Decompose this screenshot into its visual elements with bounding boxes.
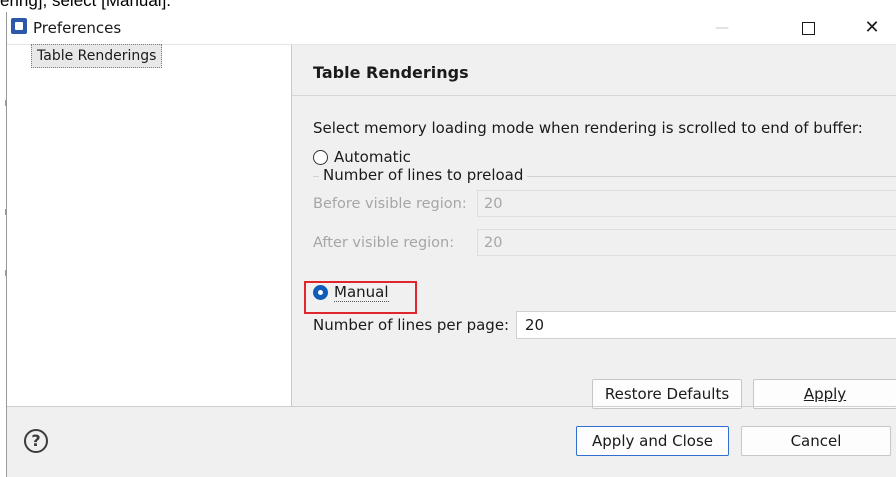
window-title: Preferences: [33, 19, 122, 37]
preload-group-label: Number of lines to preload: [319, 166, 528, 184]
preference-page: Table Renderings Select memory loading m…: [292, 45, 896, 409]
annotation-highlight-box: [304, 281, 417, 314]
lines-per-page-input[interactable]: 20: [516, 311, 896, 339]
tutorial-caption-fragment: ering], select [Manual].: [0, 0, 172, 10]
apply-button-label: Apply: [803, 385, 847, 403]
preload-group: Number of lines to preload Before visibl…: [313, 166, 896, 267]
maximize-button[interactable]: [785, 12, 831, 44]
apply-and-close-button[interactable]: Apply and Close: [576, 426, 729, 456]
after-visible-input[interactable]: 20: [477, 229, 896, 256]
automatic-radio-row[interactable]: Automatic: [313, 148, 411, 166]
title-bar: Preferences — ✕: [7, 12, 896, 45]
restore-defaults-button[interactable]: Restore Defaults: [592, 379, 742, 409]
help-icon[interactable]: ?: [24, 429, 48, 453]
automatic-label: Automatic: [334, 148, 411, 166]
maximize-icon: [801, 22, 815, 35]
minimize-button[interactable]: —: [699, 12, 745, 44]
page-title: Table Renderings: [313, 63, 469, 82]
sidebar-item-table-renderings[interactable]: Table Renderings: [31, 44, 163, 68]
apply-button[interactable]: Apply: [753, 379, 896, 409]
close-button[interactable]: ✕: [849, 12, 895, 44]
app-icon: [11, 18, 27, 34]
after-visible-label: After visible region:: [313, 235, 455, 251]
page-header: Table Renderings: [292, 45, 896, 96]
lines-per-page-label: Number of lines per page:: [313, 316, 510, 334]
before-visible-input[interactable]: 20: [477, 190, 896, 217]
preferences-dialog: Preferences — ✕ Table Renderings Table R…: [5, 12, 896, 477]
before-visible-label: Before visible region:: [313, 196, 467, 212]
preferences-tree: Table Renderings: [7, 44, 292, 406]
instruction-text: Select memory loading mode when renderin…: [313, 119, 863, 137]
cancel-button[interactable]: Cancel: [741, 426, 891, 456]
footer-separator: [7, 406, 896, 407]
automatic-radio[interactable]: [313, 149, 328, 165]
